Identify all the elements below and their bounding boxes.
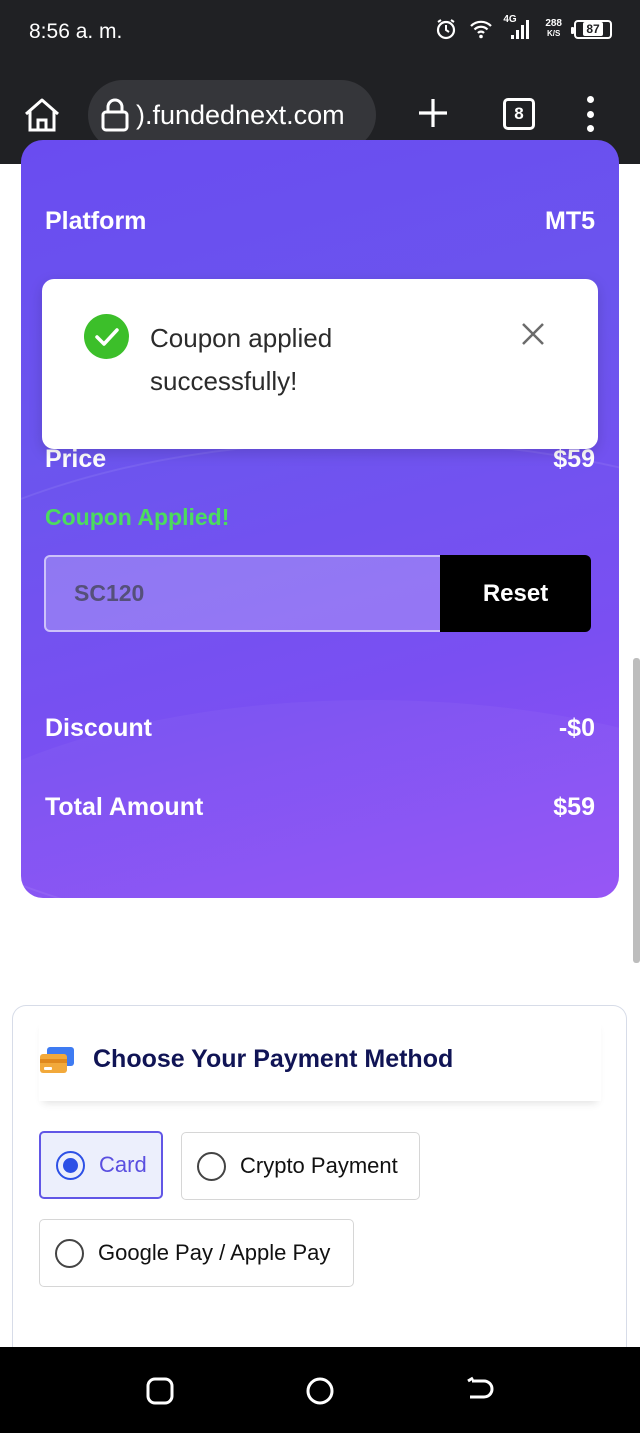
close-icon[interactable] [520,321,546,347]
coupon-code-field[interactable]: SC120 [44,555,440,632]
home-nav-icon[interactable] [304,1375,336,1407]
radio-crypto[interactable] [197,1151,226,1181]
credit-card-icon [40,1046,74,1073]
coupon-code-value: SC120 [74,580,145,606]
payment-method-panel: Choose Your Payment Method Card Crypto P… [12,1005,627,1365]
check-circle-icon [84,314,129,359]
payment-option-card[interactable]: Card [39,1131,163,1199]
battery-level: 87 [583,22,603,36]
coupon-status: Coupon Applied! [45,504,230,530]
option-label-crypto: Crypto Payment [240,1153,398,1178]
platform-label: Platform [45,207,147,235]
payment-option-crypto[interactable]: Crypto Payment [181,1132,420,1200]
payment-title: Choose Your Payment Method [93,1045,454,1073]
system-nav-bar [0,1347,640,1433]
lock-icon [101,98,129,132]
status-bar: 8:56 a. m. 4G 288 K/S 87 [0,0,640,64]
option-label-card: Card [99,1152,147,1177]
status-time: 8:56 a. m. [29,20,123,43]
net-speed: 288 K/S [545,19,562,39]
discount-value: -$0 [558,714,595,742]
tabs-icon[interactable]: 8 [503,98,535,130]
wifi-icon [469,19,493,39]
home-icon[interactable] [22,96,62,134]
page-scrollbar[interactable] [633,658,640,963]
more-vert-icon[interactable] [582,96,598,132]
network-type: 4G [503,14,517,25]
battery-icon: 87 [571,19,612,39]
option-label-google-apple-pay: Google Pay / Apple Pay [98,1240,331,1265]
reset-button[interactable]: Reset [440,555,591,632]
price-label: Price [45,445,107,473]
plus-icon[interactable] [416,96,450,130]
url-text: ).fundednext.com [136,99,345,130]
radio-google-apple-pay[interactable] [55,1238,84,1268]
speed-unit: K/S [546,29,561,38]
price-value: $59 [553,445,595,473]
payment-header: Choose Your Payment Method [39,1018,601,1101]
speed-value: 288 [545,18,562,29]
payment-option-google-apple-pay[interactable]: Google Pay / Apple Pay [39,1219,354,1287]
back-icon[interactable] [464,1375,496,1407]
order-summary-card: Platform MT5 Price $59 Coupon Applied! S… [21,140,619,898]
status-icons: 4G 288 K/S 87 [435,14,612,40]
alarm-icon [435,18,457,40]
platform-value: MT5 [545,207,595,235]
tab-count: 8 [514,104,524,123]
radio-card[interactable] [56,1150,85,1180]
total-value: $59 [553,793,595,821]
total-label: Total Amount [45,793,204,821]
toast-message: Coupon applied successfully! [150,323,333,396]
discount-label: Discount [45,714,152,742]
signal-icon: 4G [503,14,533,40]
recents-icon[interactable] [144,1375,176,1407]
success-toast: Coupon applied successfully! [42,279,598,449]
